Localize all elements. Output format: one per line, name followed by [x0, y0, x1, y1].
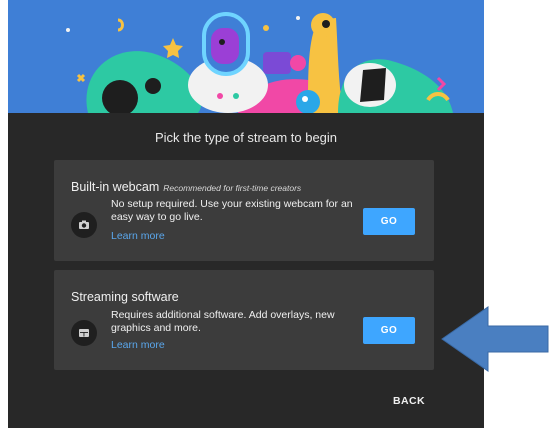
- encoder-icon: [71, 320, 97, 346]
- illustration-banner: [8, 0, 484, 113]
- card-title-text: Built-in webcam: [71, 180, 160, 194]
- arrow-left-icon: [441, 306, 549, 372]
- card-description: Requires additional software. Add overla…: [111, 309, 335, 334]
- card-description: No setup required. Use your existing web…: [111, 198, 353, 223]
- streaming-software-option-card: Streaming software Requires additional s…: [54, 270, 434, 370]
- camera-icon: [71, 212, 97, 238]
- recommended-tag: Recommended for first-time creators: [163, 183, 302, 193]
- dialog-heading: Pick the type of stream to begin: [154, 130, 338, 145]
- streaming-software-go-button[interactable]: GO: [363, 317, 415, 344]
- card-title: Built-in webcam Recommended for first-tim…: [71, 180, 301, 194]
- webcam-go-button[interactable]: GO: [363, 208, 415, 235]
- card-title-text: Streaming software: [71, 290, 179, 304]
- back-button[interactable]: BACK: [393, 395, 425, 407]
- creators-illustration: [8, 0, 484, 113]
- learn-more-link[interactable]: Learn more: [111, 230, 165, 242]
- stream-type-dialog: Pick the type of stream to begin Built-i…: [8, 0, 484, 428]
- learn-more-link[interactable]: Learn more: [111, 339, 165, 351]
- card-title: Streaming software: [71, 290, 179, 304]
- webcam-option-card: Built-in webcam Recommended for first-tim…: [54, 160, 434, 261]
